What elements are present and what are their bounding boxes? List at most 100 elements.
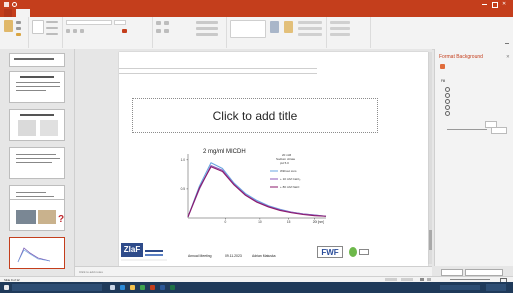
arrange-icon[interactable] bbox=[270, 21, 279, 33]
slide-footer: ZIaF Annual Meeting 09.11.2023 Adrian Ma… bbox=[119, 242, 428, 266]
copy-icon[interactable] bbox=[16, 27, 21, 30]
fill-option[interactable] bbox=[445, 93, 450, 98]
italic-icon[interactable] bbox=[73, 29, 77, 33]
minimize-icon[interactable] bbox=[482, 4, 487, 5]
slide-thumbnail[interactable] bbox=[9, 71, 65, 103]
powerpoint-icon[interactable] bbox=[150, 285, 155, 290]
layout-icon[interactable] bbox=[46, 21, 58, 23]
tab-slideshow[interactable] bbox=[134, 9, 152, 17]
slide-thumbnail-selected[interactable] bbox=[9, 237, 65, 269]
underline-icon[interactable] bbox=[80, 29, 84, 33]
format-painter-icon[interactable] bbox=[16, 33, 21, 36]
align-center-icon[interactable] bbox=[164, 29, 169, 33]
shape-effects-icon[interactable] bbox=[298, 33, 322, 36]
tab-review[interactable] bbox=[160, 9, 174, 17]
y-tick-label: 0.5 bbox=[181, 187, 186, 191]
x-axis-label: t [nm] bbox=[316, 220, 324, 224]
series-line bbox=[187, 165, 327, 218]
tab-design[interactable] bbox=[56, 9, 70, 17]
select-icon[interactable] bbox=[330, 33, 350, 36]
tab-insert[interactable] bbox=[34, 9, 48, 17]
close-icon[interactable]: ✕ bbox=[502, 1, 506, 7]
shape-outline-icon[interactable] bbox=[298, 27, 322, 30]
notes-button[interactable] bbox=[385, 278, 397, 281]
legend-label: + 80 mM NaCl bbox=[280, 185, 300, 189]
zoom-slider[interactable] bbox=[450, 279, 490, 280]
comments-button[interactable] bbox=[401, 278, 413, 281]
drawing-group bbox=[226, 17, 327, 48]
fill-option[interactable] bbox=[445, 105, 450, 110]
tab-transitions[interactable] bbox=[78, 9, 98, 17]
bold-icon[interactable] bbox=[66, 29, 70, 33]
paste-icon[interactable] bbox=[4, 20, 13, 32]
slide-thumbnail[interactable] bbox=[9, 53, 65, 67]
pane-close-icon[interactable]: ✕ bbox=[506, 54, 510, 60]
save-icon[interactable] bbox=[4, 2, 9, 7]
pane-section: Fill bbox=[441, 79, 446, 83]
apply-to-all-button[interactable] bbox=[441, 269, 463, 276]
word-icon[interactable] bbox=[160, 285, 165, 290]
bullets-icon[interactable] bbox=[156, 21, 161, 25]
shapes-gallery[interactable] bbox=[230, 20, 266, 38]
reset-icon[interactable] bbox=[46, 27, 58, 29]
title-placeholder[interactable]: Click to add title bbox=[132, 98, 378, 133]
transparency-input[interactable] bbox=[491, 127, 507, 134]
font-size-dropdown[interactable] bbox=[114, 20, 126, 25]
pane-title: Format Background bbox=[439, 54, 483, 60]
system-tray[interactable] bbox=[440, 285, 480, 290]
share-button[interactable] bbox=[490, 9, 506, 17]
replace-icon[interactable] bbox=[330, 27, 350, 30]
find-icon[interactable] bbox=[330, 21, 350, 24]
taskbar-search[interactable] bbox=[12, 284, 102, 291]
collapse-ribbon-icon[interactable] bbox=[505, 43, 509, 46]
tab-help[interactable] bbox=[200, 9, 210, 17]
font-color-icon[interactable] bbox=[122, 29, 127, 33]
undo-icon[interactable] bbox=[12, 2, 17, 7]
slide-thumbnail[interactable]: ? bbox=[9, 199, 65, 231]
tab-file[interactable] bbox=[4, 9, 12, 17]
view-normal-icon[interactable] bbox=[420, 278, 424, 281]
clock[interactable] bbox=[486, 284, 506, 291]
tab-home[interactable] bbox=[16, 9, 30, 17]
slide-thumbnail[interactable] bbox=[9, 109, 65, 141]
fill-option[interactable] bbox=[445, 99, 450, 104]
font-name-dropdown[interactable] bbox=[66, 20, 112, 25]
fill-option[interactable] bbox=[445, 87, 450, 92]
legend-header: pH 5.0 bbox=[280, 161, 289, 165]
maximize-icon[interactable] bbox=[492, 2, 498, 8]
edge-icon[interactable] bbox=[120, 285, 125, 290]
align-text-icon[interactable] bbox=[196, 27, 218, 30]
cut-icon[interactable] bbox=[16, 21, 21, 24]
align-left-icon[interactable] bbox=[156, 29, 161, 33]
text-direction-icon[interactable] bbox=[196, 21, 218, 24]
tab-view[interactable] bbox=[182, 9, 194, 17]
slide-thumbnail[interactable] bbox=[9, 147, 65, 179]
y-tick-label: 1.0 bbox=[181, 158, 186, 162]
x-tick-label: 0 bbox=[224, 220, 226, 224]
tab-animations[interactable] bbox=[106, 9, 126, 17]
reset-background-button[interactable] bbox=[465, 269, 503, 276]
transparency-slider[interactable] bbox=[447, 129, 487, 130]
new-slide-icon[interactable] bbox=[32, 20, 44, 34]
legend-label: Without ions bbox=[280, 169, 297, 173]
chart-title: 2 mg/ml MICDH bbox=[203, 149, 246, 155]
view-sorter-icon[interactable] bbox=[427, 278, 431, 281]
explorer-icon[interactable] bbox=[130, 285, 135, 290]
section-icon[interactable] bbox=[46, 33, 58, 35]
excel-icon[interactable] bbox=[170, 285, 175, 290]
chrome-icon[interactable] bbox=[140, 285, 145, 290]
x-tick-label: 10 bbox=[258, 220, 262, 224]
taskview-icon[interactable] bbox=[110, 285, 115, 290]
numbering-icon[interactable] bbox=[164, 21, 169, 25]
tell-me-search[interactable] bbox=[216, 9, 260, 17]
fill-icon[interactable] bbox=[440, 64, 445, 69]
quick-styles-icon[interactable] bbox=[284, 21, 293, 33]
smartart-icon[interactable] bbox=[196, 33, 218, 36]
shape-fill-icon[interactable] bbox=[298, 21, 322, 24]
windows-start-icon[interactable] bbox=[4, 285, 9, 290]
paragraph-group bbox=[152, 17, 227, 48]
scrollbar-thumb[interactable] bbox=[428, 230, 432, 250]
slides-group bbox=[28, 17, 63, 48]
fill-option[interactable] bbox=[445, 111, 450, 116]
line-chart[interactable]: 0.51.00 10 15 20 t [nm] 2 mg/ml MICDH 20 mM … bbox=[170, 144, 330, 234]
